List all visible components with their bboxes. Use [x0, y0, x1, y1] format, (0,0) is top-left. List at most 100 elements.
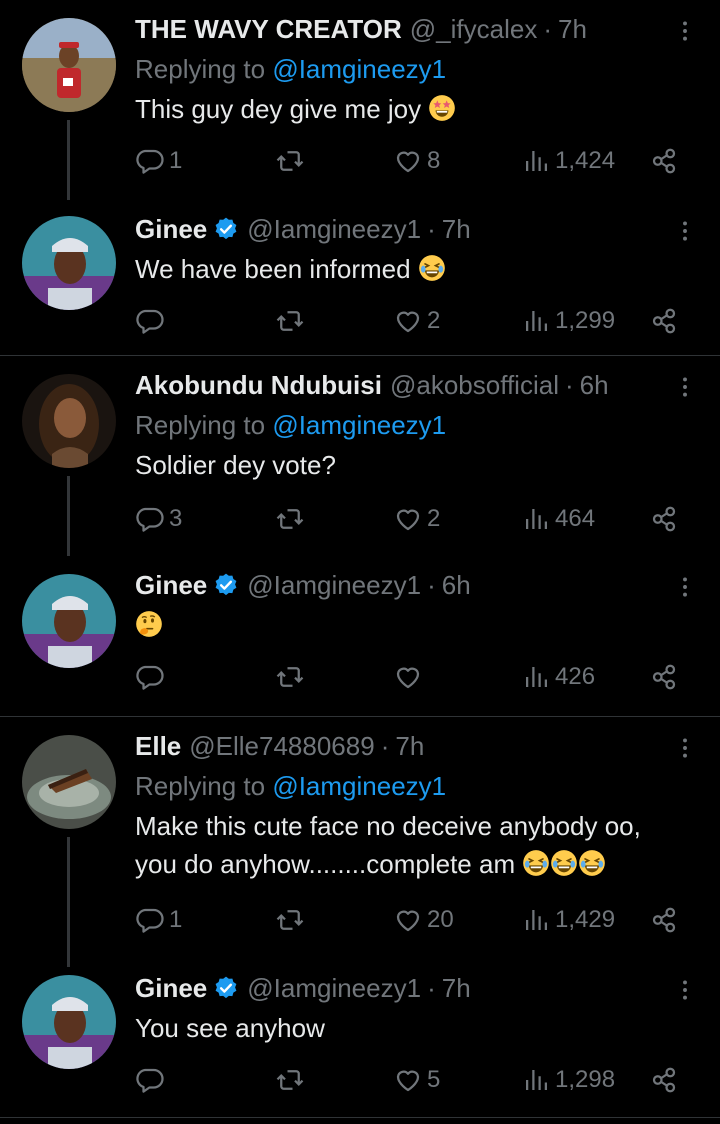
more-options-icon[interactable]: [672, 18, 698, 44]
author-name[interactable]: Ginee: [135, 214, 207, 244]
tweet[interactable]: THE WAVY CREATOR @_ifycalex · 7h Replyin…: [0, 0, 720, 200]
reply-button[interactable]: [135, 662, 165, 692]
avatar[interactable]: [22, 735, 116, 829]
author-handle[interactable]: @_ifycalex: [410, 14, 538, 44]
author-handle[interactable]: @Elle74880689: [189, 731, 374, 761]
timestamp[interactable]: 6h: [442, 570, 471, 600]
tweet[interactable]: Akobundu Ndubuisi @akobsofficial · 6h Re…: [0, 356, 720, 556]
heart-icon: [393, 146, 423, 176]
like-button[interactable]: 20: [393, 905, 454, 935]
like-count: 2: [427, 307, 441, 334]
author-handle[interactable]: @Iamgineezy1: [247, 570, 421, 600]
more-options-icon[interactable]: [672, 574, 698, 600]
avatar[interactable]: [22, 374, 116, 468]
tweet[interactable]: Ginee @Iamgineezy1 · 7h You see anyhow 5…: [0, 959, 720, 1119]
views-button[interactable]: 1,429: [521, 905, 615, 935]
share-button[interactable]: [649, 1065, 679, 1095]
share-button[interactable]: [649, 905, 679, 935]
heart-icon: [393, 306, 423, 336]
author-handle[interactable]: @akobsofficial: [390, 370, 559, 400]
share-icon: [649, 504, 679, 534]
mention-link[interactable]: @Iamgineezy1: [272, 410, 446, 440]
reply-icon: [135, 662, 165, 692]
retweet-button[interactable]: [275, 905, 305, 935]
replying-to-label: Replying to: [135, 410, 273, 440]
share-icon: [649, 306, 679, 336]
more-options-icon[interactable]: [672, 374, 698, 400]
author-handle[interactable]: @Iamgineezy1: [247, 973, 421, 1003]
author-handle[interactable]: @Iamgineezy1: [247, 214, 421, 244]
views-button[interactable]: 464: [521, 504, 595, 534]
tweet[interactable]: Ginee @Iamgineezy1 · 7h We have been inf…: [0, 200, 720, 360]
tweet-text: Soldier dey vote?: [135, 446, 690, 484]
mention-link[interactable]: @Iamgineezy1: [272, 54, 446, 84]
reply-feed: THE WAVY CREATOR @_ifycalex · 7h Replyin…: [0, 0, 720, 1118]
more-options-icon[interactable]: [672, 735, 698, 761]
like-count: 8: [427, 147, 441, 174]
tweet[interactable]: Ginee @Iamgineezy1 · 6h 426: [0, 556, 720, 716]
retweet-button[interactable]: [275, 504, 305, 534]
reply-button[interactable]: 3: [135, 504, 182, 534]
reply-button[interactable]: [135, 306, 165, 336]
heart-icon: [393, 662, 423, 692]
retweet-button[interactable]: [275, 1065, 305, 1095]
avatar[interactable]: [22, 975, 116, 1069]
verified-badge-icon: [213, 216, 239, 242]
avatar[interactable]: [22, 216, 116, 310]
tweet-text: We have been informed: [135, 250, 690, 288]
author-name[interactable]: Ginee: [135, 973, 207, 1003]
timestamp[interactable]: 7h: [395, 731, 424, 761]
like-button[interactable]: 5: [393, 1065, 440, 1095]
retweet-button[interactable]: [275, 306, 305, 336]
reply-count: 3: [169, 505, 183, 532]
like-button[interactable]: 2: [393, 306, 440, 336]
views-button[interactable]: 1,299: [521, 306, 615, 336]
reply-icon: [135, 504, 165, 534]
like-button[interactable]: 8: [393, 146, 440, 176]
tweet-content: Ginee @Iamgineezy1 · 7h You see anyhow: [135, 973, 690, 1047]
tweet-content: THE WAVY CREATOR @_ifycalex · 7h Replyin…: [135, 14, 690, 128]
tweet-text-body: You see anyhow: [135, 1013, 325, 1043]
author-name[interactable]: THE WAVY CREATOR: [135, 14, 402, 44]
timestamp[interactable]: 7h: [442, 214, 471, 244]
views-button[interactable]: 426: [521, 662, 595, 692]
avatar[interactable]: [22, 18, 116, 112]
separator-dot: ·: [427, 214, 436, 244]
views-button[interactable]: 1,424: [521, 146, 615, 176]
share-button[interactable]: [649, 662, 679, 692]
timestamp[interactable]: 7h: [558, 14, 587, 44]
separator-dot: ·: [564, 370, 574, 400]
reply-button[interactable]: 1: [135, 905, 182, 935]
author-name[interactable]: Akobundu Ndubuisi: [135, 370, 382, 400]
view-count: 426: [555, 663, 596, 690]
views-button[interactable]: 1,298: [521, 1065, 615, 1095]
reply-button[interactable]: [135, 1065, 165, 1095]
share-button[interactable]: [649, 146, 679, 176]
separator-dot: ·: [427, 973, 436, 1003]
more-options-icon[interactable]: [672, 977, 698, 1003]
avatar[interactable]: [22, 574, 116, 668]
mention-link[interactable]: @Iamgineezy1: [272, 771, 446, 801]
retweet-button[interactable]: [275, 662, 305, 692]
retweet-icon: [275, 146, 305, 176]
timestamp[interactable]: 7h: [442, 973, 471, 1003]
like-button[interactable]: 2: [393, 504, 440, 534]
laughing-face-icon: [522, 849, 550, 877]
reply-icon: [135, 146, 165, 176]
tweet-text: This guy dey give me joy: [135, 90, 690, 128]
laughing-face-icon: [550, 849, 578, 877]
star-struck-face-icon: [428, 94, 456, 122]
author-name[interactable]: Ginee: [135, 570, 207, 600]
like-button[interactable]: [393, 662, 423, 692]
share-button[interactable]: [649, 306, 679, 336]
share-button[interactable]: [649, 504, 679, 534]
verified-badge-icon: [213, 975, 239, 1001]
author-name[interactable]: Elle: [135, 731, 181, 761]
more-options-icon[interactable]: [672, 218, 698, 244]
tweet[interactable]: Elle @Elle74880689 · 7h Replying to @Iam…: [0, 717, 720, 959]
view-count: 1,424: [555, 147, 616, 174]
retweet-button[interactable]: [275, 146, 305, 176]
timestamp[interactable]: 6h: [580, 370, 609, 400]
reply-button[interactable]: 1: [135, 146, 182, 176]
reply-icon: [135, 306, 165, 336]
